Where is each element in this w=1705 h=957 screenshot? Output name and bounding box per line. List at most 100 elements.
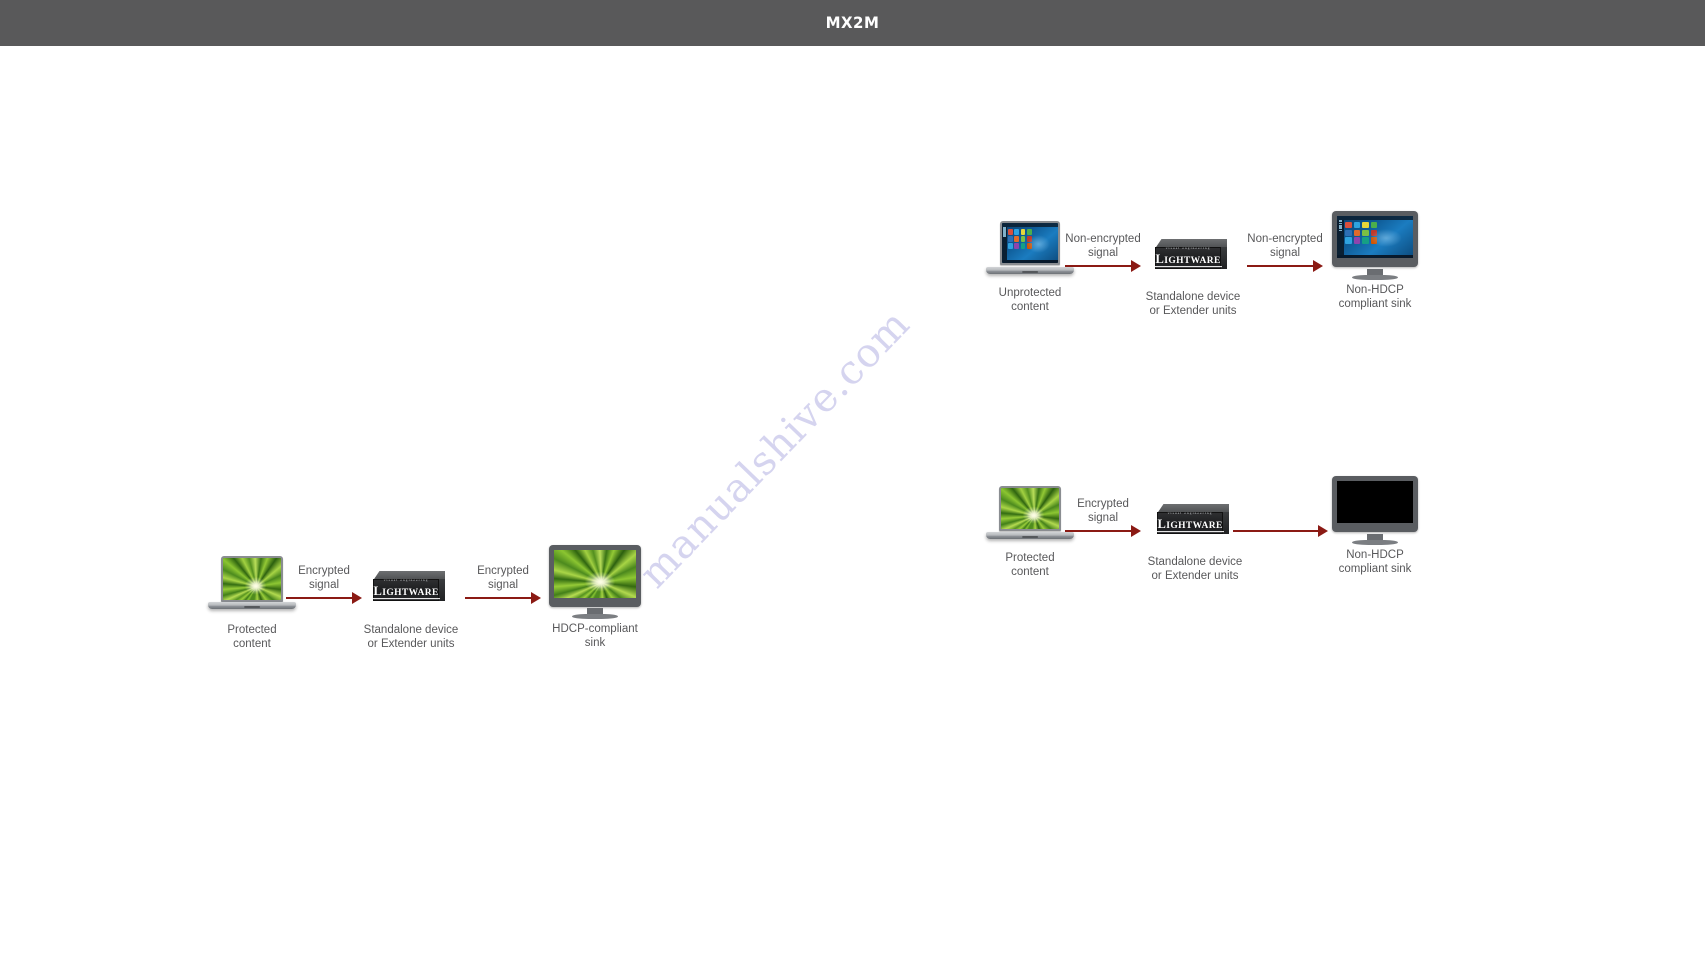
page-header-bar: MX2M xyxy=(0,0,1705,46)
arrow-encrypted-signal-1: Encrypted signal xyxy=(1065,498,1141,538)
tile xyxy=(1353,229,1361,236)
lightware-initial: L xyxy=(373,584,383,599)
arrow-shaft xyxy=(286,597,353,599)
caption-hdcp-compliant-sink: HDCP-compliant sink xyxy=(552,623,638,649)
tile xyxy=(1008,228,1013,235)
arrow-head-icon xyxy=(352,592,362,604)
lightware-box-graphic: visual engineering LIGHTWARE xyxy=(1154,239,1227,269)
laptop-base xyxy=(986,532,1074,539)
windows-desktop-wallpaper xyxy=(1337,216,1413,258)
monitor-graphic xyxy=(545,545,645,621)
mx2m-logo: MX2M xyxy=(825,13,880,33)
monitor-foot xyxy=(1352,540,1398,545)
caption-protected-content: Protected content xyxy=(227,624,277,650)
tile xyxy=(1014,228,1020,235)
caption-standalone-device: Standalone device or Extender units xyxy=(363,624,459,650)
arrow-shaft xyxy=(465,597,532,599)
tile xyxy=(1353,237,1361,244)
tile xyxy=(1020,235,1026,243)
diagram-protected-to-non-hdcp-sink: Protected content Encrypted signal visua… xyxy=(975,436,1445,596)
monitor-bezel xyxy=(1332,211,1418,267)
tile xyxy=(1362,237,1369,244)
monitor-display-blank xyxy=(1337,481,1413,523)
tile xyxy=(1014,235,1020,243)
tile xyxy=(1020,243,1026,250)
arrow-shaft xyxy=(1247,265,1314,267)
lightware-box-graphic: visual engineering LIGHTWARE xyxy=(1156,504,1229,534)
lightware-logo: visual engineering LIGHTWARE xyxy=(1156,511,1224,533)
lightware-wordmark: LIGHTWARE xyxy=(1154,252,1222,268)
palm-wallpaper xyxy=(554,550,636,598)
arrow-shaft xyxy=(1065,265,1132,267)
sidebar-item xyxy=(1338,229,1343,232)
monitor-display xyxy=(554,550,636,598)
laptop-base xyxy=(986,267,1074,274)
arrow-head-icon xyxy=(1131,525,1141,537)
arrow-encrypted-signal-1: Encrypted signal xyxy=(286,565,362,605)
taskbar xyxy=(1002,259,1058,263)
start-menu-sidebar xyxy=(1337,219,1344,255)
device-front-panel: visual engineering LIGHTWARE xyxy=(372,578,440,601)
diagram-unprotected-to-non-hdcp-sink: Unprotected content Non-encrypted signal… xyxy=(975,171,1445,331)
lightware-box-graphic: visual engineering LIGHTWARE xyxy=(372,571,445,601)
window-titlebar xyxy=(1337,216,1413,220)
taskbar xyxy=(1337,254,1413,258)
arrow-head-icon xyxy=(531,592,541,604)
tile xyxy=(1008,235,1013,243)
arrow-non-encrypted-signal-2: Non-encrypted signal xyxy=(1247,233,1323,273)
tile xyxy=(1362,229,1369,236)
node-lightware-device: visual engineering LIGHTWARE Standalone … xyxy=(1148,504,1242,582)
start-menu-sidebar xyxy=(1002,226,1008,260)
lightware-tagline: visual engineering xyxy=(383,578,429,583)
sidebar-item xyxy=(1003,235,1006,238)
tile xyxy=(1020,228,1026,235)
caption-unprotected-content: Unprotected content xyxy=(998,287,1062,313)
monitor-foot xyxy=(572,614,618,619)
diagram-protected-to-hdcp-sink: Protected content Encrypted signal visua… xyxy=(190,501,670,661)
monitor-graphic xyxy=(1327,476,1423,548)
caption-non-hdcp-compliant-sink: Non-HDCP compliant sink xyxy=(1338,284,1412,310)
watermark: manualshive.com xyxy=(540,246,990,736)
lightware-name: IGHTWARE xyxy=(382,588,439,599)
caption-non-hdcp-compliant-sink: Non-HDCP compliant sink xyxy=(1338,549,1412,575)
arrow-non-encrypted-signal-1: Non-encrypted signal xyxy=(1065,233,1141,273)
lightware-logo: visual engineering LIGHTWARE xyxy=(372,578,440,600)
tile xyxy=(1014,243,1020,250)
page-content: manualshive.com Protected content Encryp… xyxy=(0,46,1705,957)
arrow-label-encrypted-signal-1: Encrypted signal xyxy=(298,565,350,591)
arrow-head-icon xyxy=(1131,260,1141,272)
monitor-foot xyxy=(1352,275,1398,280)
monitor-display xyxy=(1337,216,1413,258)
lightware-wordmark: LIGHTWARE xyxy=(372,584,440,600)
lightware-name: IGHTWARE xyxy=(1164,256,1221,267)
node-sink-monitor: Non-HDCP compliant sink xyxy=(1327,211,1423,310)
lightware-tagline: visual engineering xyxy=(1167,511,1213,516)
arrow-shaft xyxy=(1065,530,1132,532)
monitor-graphic xyxy=(1327,211,1423,283)
wallpaper-glow xyxy=(1370,228,1403,248)
tile xyxy=(1345,237,1352,244)
lightware-name: IGHTWARE xyxy=(1166,521,1223,532)
tile xyxy=(1362,221,1369,229)
lightware-initial: L xyxy=(1155,252,1165,267)
lightware-wordmark: LIGHTWARE xyxy=(1156,518,1224,533)
caption-standalone-device: Standalone device or Extender units xyxy=(1145,291,1241,317)
monitor-bezel xyxy=(549,545,641,607)
tile xyxy=(1008,243,1013,250)
node-sink-monitor: Non-HDCP compliant sink xyxy=(1327,476,1423,575)
tile xyxy=(1353,221,1361,229)
monitor-bezel xyxy=(1332,476,1418,532)
device-front-panel: visual engineering LIGHTWARE xyxy=(1154,246,1222,269)
arrow-blocked-signal xyxy=(1233,524,1328,538)
tile xyxy=(1026,228,1032,235)
laptop-base xyxy=(208,602,296,609)
arrow-head-icon xyxy=(1313,260,1323,272)
arrow-label-non-encrypted-signal-1: Non-encrypted signal xyxy=(1065,233,1141,259)
caption-protected-content: Protected content xyxy=(1005,552,1055,578)
arrow-encrypted-signal-2: Encrypted signal xyxy=(465,565,541,605)
node-sink-monitor: HDCP-compliant sink xyxy=(545,545,645,649)
arrow-shaft xyxy=(1233,530,1319,532)
device-front-panel: visual engineering LIGHTWARE xyxy=(1156,511,1224,534)
tile xyxy=(1345,229,1352,236)
lightware-logo: visual engineering LIGHTWARE xyxy=(1154,246,1222,268)
